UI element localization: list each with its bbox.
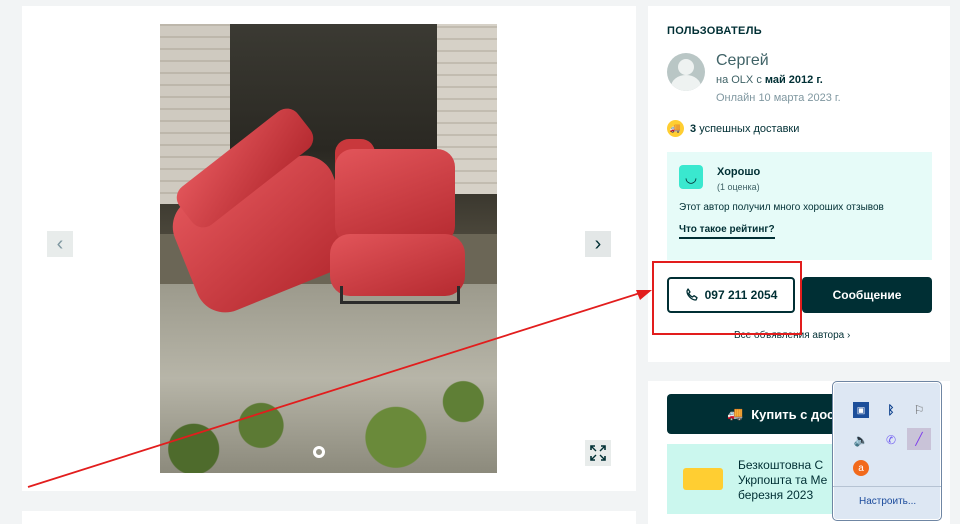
- listing-photo[interactable]: [160, 24, 497, 473]
- seller-last-online: Онлайн 10 марта 2023 г.: [716, 92, 841, 104]
- gallery-dot-indicator[interactable]: [313, 446, 325, 458]
- chevron-right-icon: ›: [594, 232, 602, 255]
- chevron-right-icon: ›: [847, 330, 851, 341]
- fullscreen-button[interactable]: [585, 440, 611, 466]
- truck-illustration-icon: [683, 468, 723, 490]
- chevron-left-icon: ‹: [56, 232, 64, 255]
- pen-icon[interactable]: ╱: [907, 428, 931, 450]
- promo-text: Безкоштовна С Укрпошта та Ме березня 202…: [738, 458, 828, 502]
- bluetooth-icon[interactable]: ᛒ: [883, 402, 899, 418]
- rating-label: Хорошо: [717, 166, 761, 178]
- seller-name[interactable]: Сергей: [716, 52, 769, 70]
- avatar[interactable]: [667, 53, 705, 91]
- smile-icon: ◡: [679, 165, 703, 189]
- system-tray-popup: ▣ ᛒ ⚐ 🔈 ✆ ╱ a Настроить...: [832, 381, 942, 521]
- rating-count: (1 оценка): [717, 182, 760, 192]
- description-card: [22, 511, 636, 524]
- delivery-stats: 🚚 3 успешных доставки: [667, 120, 799, 137]
- annotation-highlight-box: [652, 261, 802, 335]
- fullscreen-icon: [590, 445, 606, 461]
- avast-icon[interactable]: a: [853, 460, 869, 476]
- truck-icon: 🚚: [667, 120, 684, 137]
- monitor-icon[interactable]: ▣: [853, 402, 869, 418]
- speaker-icon[interactable]: 🔈: [853, 432, 869, 448]
- viber-icon[interactable]: ✆: [883, 432, 899, 448]
- rating-description: Этот автор получил много хороших отзывов: [679, 202, 884, 213]
- gallery-prev-button[interactable]: ‹: [47, 231, 73, 257]
- rating-box: ◡ Хорошо (1 оценка) Этот автор получил м…: [667, 152, 932, 260]
- gallery-card: ‹ ›: [22, 6, 636, 491]
- gallery-next-button[interactable]: ›: [585, 231, 611, 257]
- tray-configure-link[interactable]: Настроить...: [859, 496, 916, 507]
- flag-icon[interactable]: ⚐: [911, 402, 927, 418]
- rating-info-link[interactable]: Что такое рейтинг?: [679, 224, 775, 239]
- truck-icon: 🚚: [727, 406, 744, 421]
- seller-since: на OLX с май 2012 г.: [716, 74, 823, 86]
- seller-section-title: ПОЛЬЗОВАТЕЛЬ: [667, 25, 762, 37]
- message-button[interactable]: Сообщение: [802, 277, 932, 313]
